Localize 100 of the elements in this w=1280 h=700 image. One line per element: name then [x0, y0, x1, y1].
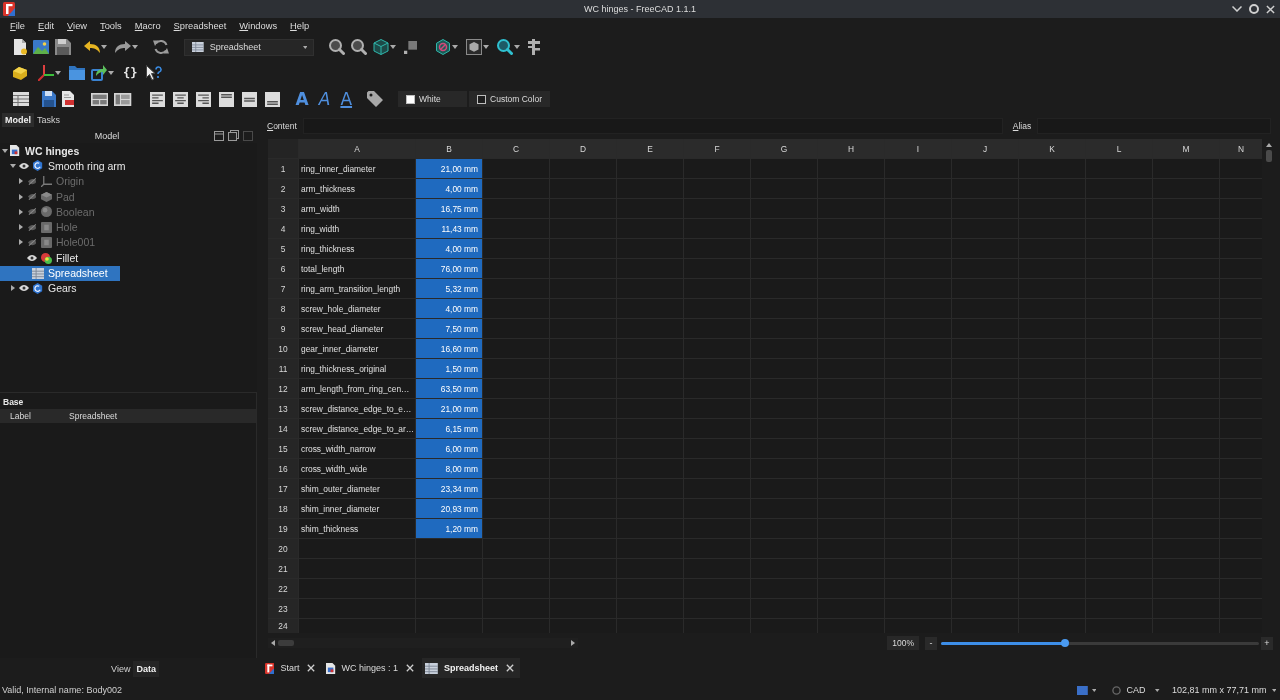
table-cell[interactable]: [483, 299, 549, 318]
table-cell[interactable]: [483, 159, 549, 178]
table-cell[interactable]: [483, 359, 549, 378]
table-cell[interactable]: arm_thickness: [299, 179, 415, 198]
table-cell[interactable]: 8,00 mm: [416, 459, 482, 478]
table-cell[interactable]: 7,50 mm: [416, 319, 482, 338]
table-cell[interactable]: 23,34 mm: [416, 479, 482, 498]
image-icon[interactable]: [33, 40, 49, 54]
table-cell[interactable]: screw_distance_edge_to_ar…: [299, 419, 415, 438]
table-cell[interactable]: cross_width_narrow: [299, 439, 415, 458]
table-cell[interactable]: [483, 499, 549, 518]
navigation-style-dropdown[interactable]: CAD: [1112, 685, 1160, 695]
table-cell[interactable]: [483, 279, 549, 298]
scrollbar-thumb[interactable]: [278, 640, 294, 646]
caliper-icon[interactable]: [528, 39, 540, 55]
row-header[interactable]: 22: [268, 579, 298, 598]
caret-left-icon[interactable]: [271, 640, 275, 646]
document-tab[interactable]: Start: [262, 658, 322, 678]
property-tab[interactable]: Data: [133, 661, 159, 677]
row-header[interactable]: 12: [268, 379, 298, 398]
table-cell[interactable]: 4,00 mm: [416, 179, 482, 198]
table-cell[interactable]: 4,00 mm: [416, 239, 482, 258]
table-cell[interactable]: 21,00 mm: [416, 399, 482, 418]
caret-down-icon[interactable]: [2, 148, 8, 153]
caret-right-icon[interactable]: [19, 239, 23, 246]
underline-button[interactable]: A: [340, 89, 353, 109]
table-cell[interactable]: screw_distance_edge_to_e…: [299, 399, 415, 418]
align-bottom-icon[interactable]: [264, 91, 280, 107]
caret-right-icon[interactable]: [19, 208, 23, 215]
row-header[interactable]: 7: [268, 279, 298, 298]
row-header[interactable]: 2: [268, 179, 298, 198]
table-cell[interactable]: 1,20 mm: [416, 519, 482, 538]
hexagon-icon[interactable]: [435, 39, 451, 55]
menu-item[interactable]: Help: [284, 21, 316, 31]
table-icon[interactable]: [13, 92, 29, 106]
caret-icon[interactable]: [55, 71, 61, 75]
eye-slash-icon[interactable]: [27, 223, 37, 231]
redo-icon[interactable]: [115, 41, 131, 53]
eye-slash-icon[interactable]: [27, 193, 37, 201]
cube-icon[interactable]: [373, 39, 389, 55]
table-cell[interactable]: 20,93 mm: [416, 499, 482, 518]
bold-button[interactable]: A: [295, 89, 309, 109]
table-cell[interactable]: [483, 399, 549, 418]
refresh-icon[interactable]: [153, 39, 169, 55]
table-cell[interactable]: gear_inner_diameter: [299, 339, 415, 358]
align-middle-icon[interactable]: [241, 91, 257, 107]
row-header[interactable]: 13: [268, 399, 298, 418]
table-cell[interactable]: [416, 539, 482, 558]
eye-icon[interactable]: [19, 162, 29, 169]
row-header[interactable]: 24: [268, 619, 298, 633]
table-cell[interactable]: [483, 379, 549, 398]
cube-icon[interactable]: [466, 39, 482, 55]
table-cell[interactable]: ring_thickness: [299, 239, 415, 258]
export-icon[interactable]: [91, 65, 107, 81]
magnifier-icon[interactable]: [329, 39, 345, 55]
row-header[interactable]: 17: [268, 479, 298, 498]
caret-icon[interactable]: [101, 45, 107, 49]
row-header[interactable]: 4: [268, 219, 298, 238]
table-cell[interactable]: [483, 339, 549, 358]
table-cell[interactable]: screw_head_diameter: [299, 319, 415, 338]
square-icon[interactable]: [243, 130, 253, 141]
table-cell[interactable]: screw_hole_diameter: [299, 299, 415, 318]
document-tab[interactable]: Spreadsheet: [422, 658, 520, 678]
slider-handle[interactable]: [1061, 638, 1069, 647]
table-cell[interactable]: 76,00 mm: [416, 259, 482, 278]
table-cell[interactable]: ring_arm_transition_length: [299, 279, 415, 298]
table-cell[interactable]: shim_outer_diameter: [299, 479, 415, 498]
table-cell[interactable]: [483, 179, 549, 198]
table-cell[interactable]: 4,00 mm: [416, 299, 482, 318]
close-icon[interactable]: [1266, 4, 1275, 14]
magnifier-icon[interactable]: [351, 39, 367, 55]
caret-down-icon[interactable]: [10, 163, 16, 168]
table-cell[interactable]: 16,75 mm: [416, 199, 482, 218]
table-cell[interactable]: ring_inner_diameter: [299, 159, 415, 178]
table-cell[interactable]: 16,60 mm: [416, 339, 482, 358]
magnifier-icon[interactable]: [497, 39, 513, 55]
merge-cells-icon[interactable]: [91, 92, 109, 106]
table-cell[interactable]: ring_thickness_original: [299, 359, 415, 378]
caret-icon[interactable]: [483, 45, 489, 49]
axes-icon[interactable]: [38, 65, 54, 81]
row-header[interactable]: 3: [268, 199, 298, 218]
table-cell[interactable]: 1,50 mm: [416, 359, 482, 378]
tree-item[interactable]: Fillet: [0, 250, 91, 266]
caret-icon[interactable]: [452, 45, 458, 49]
tree-item[interactable]: Gears: [0, 280, 89, 296]
square-icon[interactable]: [1077, 685, 1088, 695]
folder-icon[interactable]: [69, 66, 85, 80]
table-cell[interactable]: 6,00 mm: [416, 439, 482, 458]
caret-icon[interactable]: [514, 45, 520, 49]
row-header[interactable]: 23: [268, 599, 298, 618]
help-pointer-icon[interactable]: [146, 65, 163, 81]
align-center-icon[interactable]: [172, 91, 188, 107]
caret-right-icon[interactable]: [11, 285, 15, 292]
table-cell[interactable]: shim_thickness: [299, 519, 415, 538]
save-icon[interactable]: [55, 39, 71, 55]
menu-item[interactable]: Spreadsheet: [167, 21, 233, 31]
table-cell[interactable]: [483, 519, 549, 538]
eye-slash-icon[interactable]: [27, 208, 37, 216]
tree-item[interactable]: Smooth ring arm: [0, 158, 138, 174]
table-cell[interactable]: total_length: [299, 259, 415, 278]
